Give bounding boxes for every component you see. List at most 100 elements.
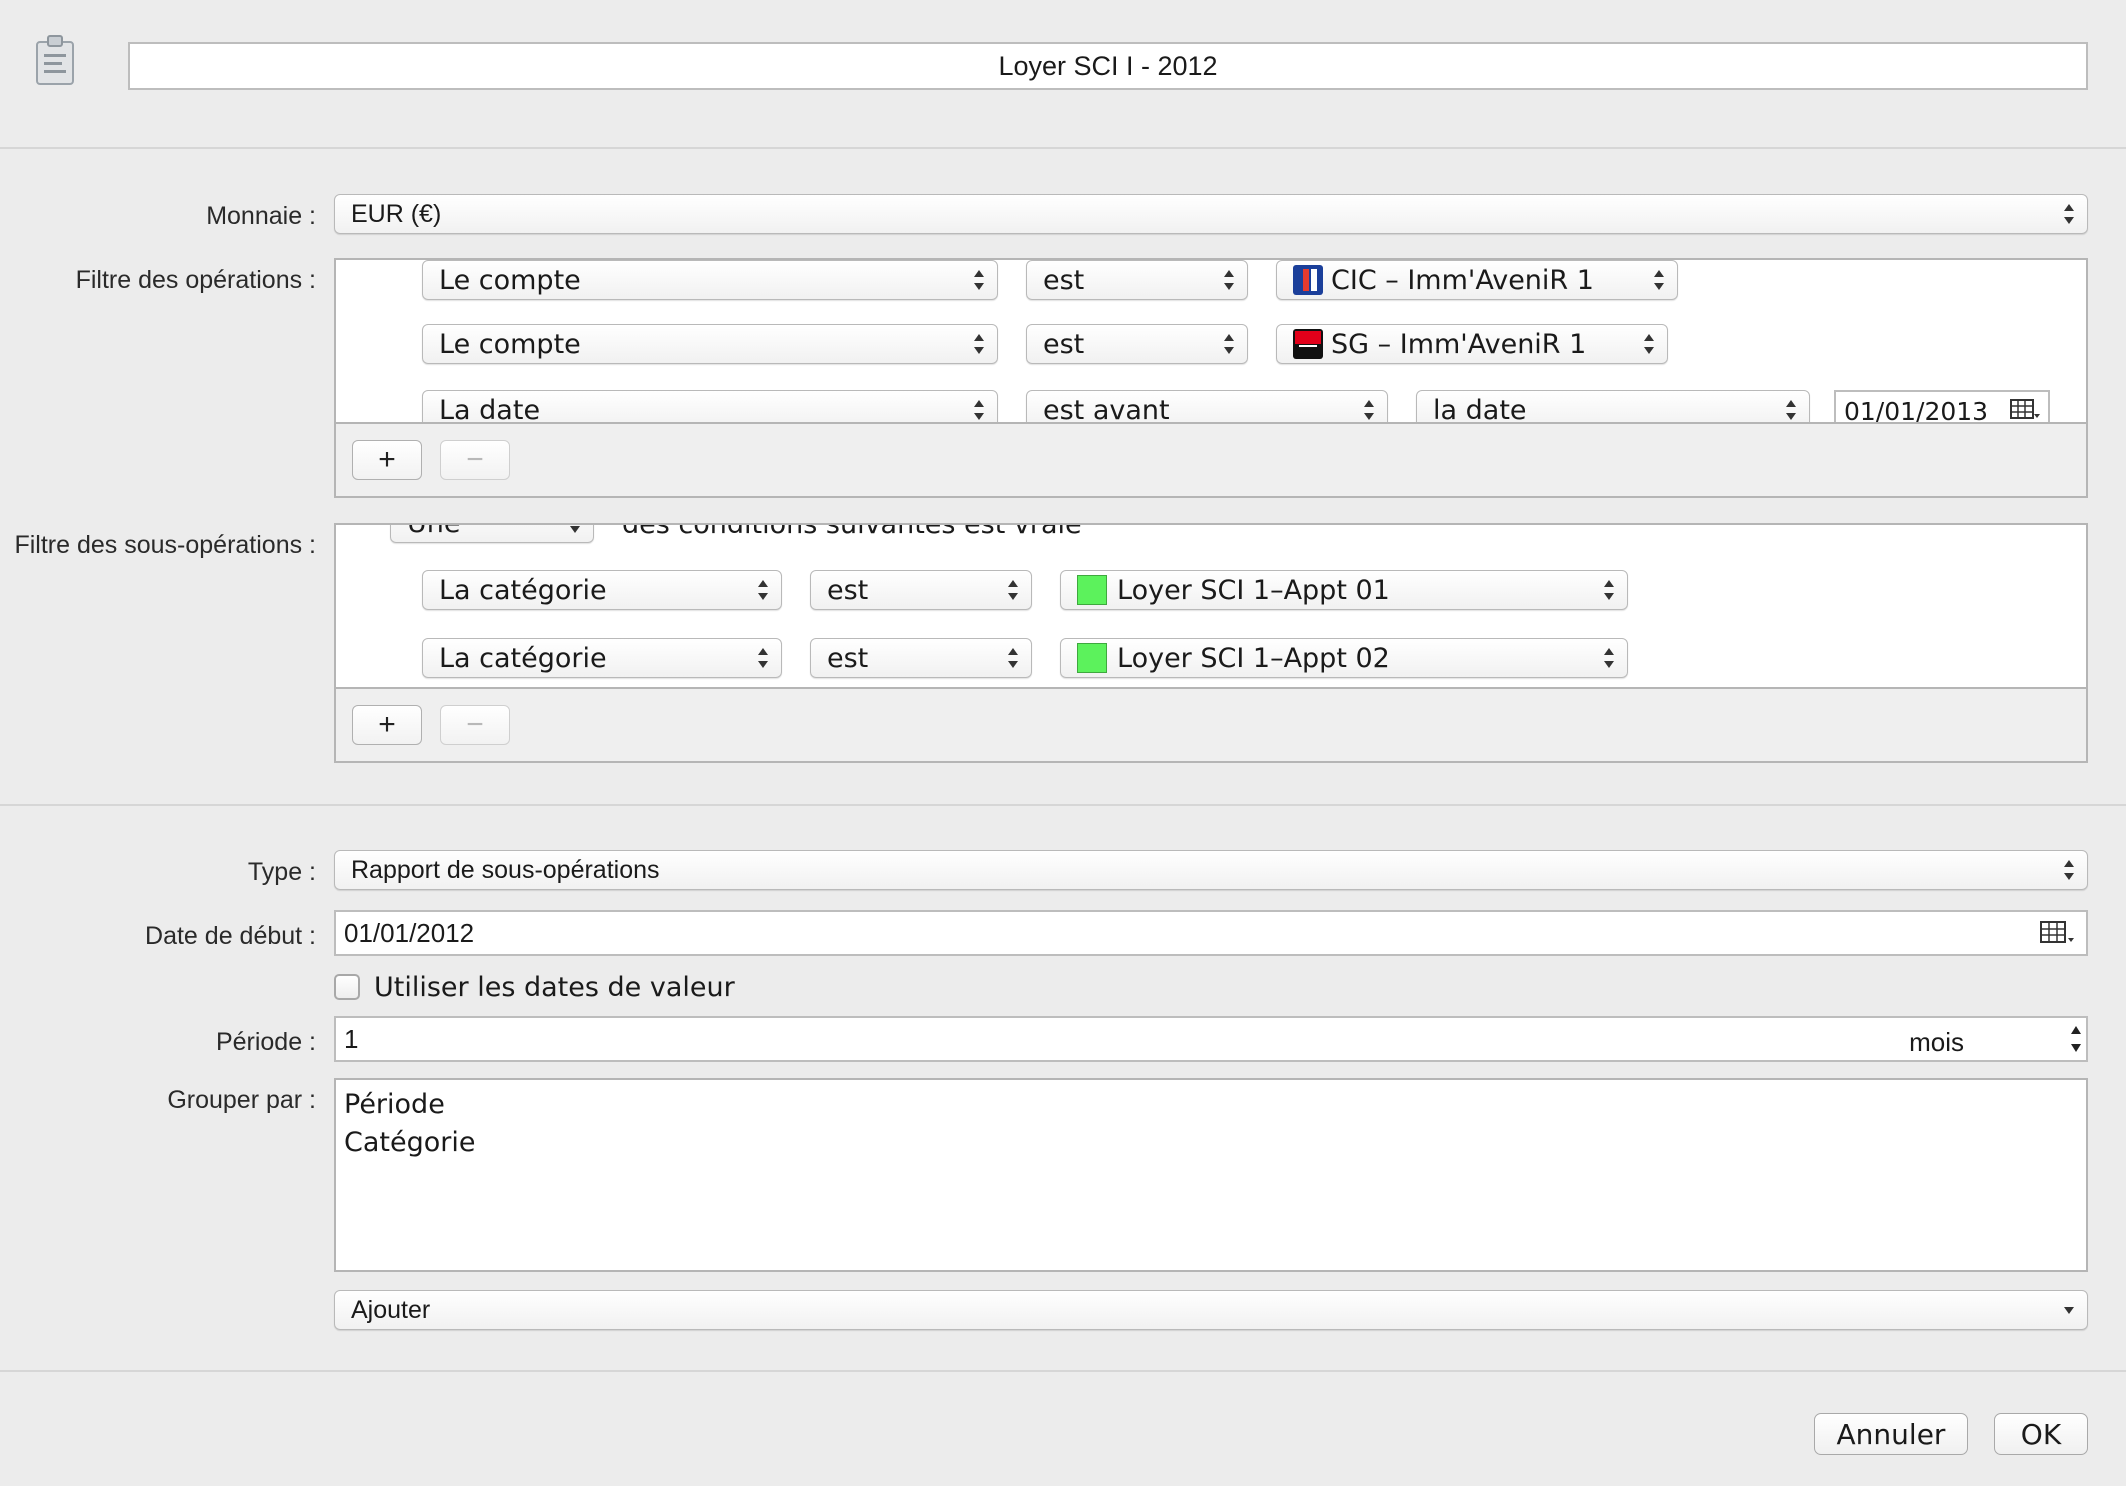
op-row3-date: 01/01/2013 [1844, 396, 1989, 425]
footer-separator [0, 1370, 2126, 1372]
subop-row2-operator-select[interactable]: est [810, 638, 1032, 678]
op-row2-account: SG – Imm'AveniR 1 [1331, 328, 1587, 360]
op-filter-box: Le compte est CIC – Imm'AveniR 1 Le comp… [334, 258, 2088, 498]
updown-arrows-icon [1654, 270, 1664, 290]
op-row2-account-select[interactable]: SG – Imm'AveniR 1 [1276, 324, 1668, 364]
updown-arrows-icon [758, 648, 768, 668]
updown-arrows-icon [1224, 334, 1234, 354]
op-row1-account-select[interactable]: CIC – Imm'AveniR 1 [1276, 260, 1678, 300]
header-separator [0, 147, 2126, 149]
updown-arrows-icon [758, 580, 768, 600]
report-document-icon [34, 34, 76, 86]
op-row3-date-field[interactable]: 01/01/2013 [1834, 390, 2050, 424]
op-row2-operator: est [1043, 328, 1085, 360]
subop-row1-category: Loyer SCI 1–Appt 01 [1117, 574, 1390, 606]
op-row2-field-select[interactable]: Le compte [422, 324, 998, 364]
currency-label: Monnaie : [206, 202, 316, 230]
subop-match-select[interactable]: Une [390, 525, 594, 543]
category-color-swatch [1077, 575, 1107, 605]
subop-filter-footer: + − [336, 687, 2086, 761]
subop-row1-operator-select[interactable]: est [810, 570, 1032, 610]
period-value: 1 [344, 1023, 359, 1054]
report-title-field[interactable]: Loyer SCI I - 2012 [128, 42, 2088, 90]
op-row3: La date est avant la date 01/01/2013 [336, 380, 2086, 424]
updown-arrows-icon [974, 270, 984, 290]
updown-arrows-icon [1604, 648, 1614, 668]
op-row3-operator: est avant [1043, 394, 1170, 425]
subop-row1-field: La catégorie [439, 574, 607, 606]
start-date-label: Date de début : [145, 922, 316, 950]
op-row3-value: la date [1433, 394, 1527, 425]
start-date-field[interactable]: 01/01/2012 [334, 910, 2088, 956]
subop-row1-field-select[interactable]: La catégorie [422, 570, 782, 610]
subop-row2-field: La catégorie [439, 642, 607, 674]
subop-row2-operator: est [827, 642, 869, 674]
updown-arrows-icon [1008, 648, 1018, 668]
op-row3-field-select[interactable]: La date [422, 390, 998, 424]
calendar-icon[interactable] [2010, 398, 2040, 422]
updown-arrows-icon [974, 400, 984, 420]
cancel-button[interactable]: Annuler [1814, 1413, 1968, 1455]
category-color-swatch [1077, 643, 1107, 673]
subop-row1-operator: est [827, 574, 869, 606]
updown-arrows-icon [1364, 400, 1374, 420]
op-row1-operator: est [1043, 264, 1085, 296]
subop-row1-category-select[interactable]: Loyer SCI 1–Appt 01 [1060, 570, 1628, 610]
op-row1-operator-select[interactable]: est [1026, 260, 1248, 300]
updown-arrows-icon [2064, 860, 2074, 880]
op-row1-field: Le compte [439, 264, 581, 296]
subop-row2-category: Loyer SCI 1–Appt 02 [1117, 642, 1390, 674]
subop-filter-box: Une des conditions suivantes est vraie L… [334, 523, 2088, 763]
subop-row2-category-select[interactable]: Loyer SCI 1–Appt 02 [1060, 638, 1628, 678]
subop-match-value: Une [407, 525, 461, 539]
report-type-select[interactable]: Rapport de sous-opérations [334, 850, 2088, 890]
subop-add-condition-button[interactable]: + [352, 705, 422, 745]
report-type-value: Rapport de sous-opérations [351, 855, 660, 884]
op-row1-field-select[interactable]: Le compte [422, 260, 998, 300]
op-row2-field: Le compte [439, 328, 581, 360]
subop-filter-label: Filtre des sous-opérations : [14, 531, 316, 559]
sg-bank-logo-icon [1293, 329, 1323, 359]
op-add-condition-button[interactable]: + [352, 440, 422, 480]
down-arrow-icon [570, 526, 580, 533]
period-label: Période : [215, 1028, 316, 1056]
cic-bank-logo-icon [1293, 265, 1323, 295]
updown-arrows-icon [1008, 580, 1018, 600]
group-by-item[interactable]: Catégorie [344, 1124, 2078, 1162]
calendar-icon[interactable] [2040, 920, 2076, 946]
op-filter-footer: + − [336, 422, 2086, 496]
updown-arrows-icon[interactable] [2070, 1025, 2082, 1053]
value-dates-checkbox-row[interactable]: Utiliser les dates de valeur [334, 970, 735, 1004]
currency-value: EUR (€) [351, 199, 442, 228]
op-row3-operator-select[interactable]: est avant [1026, 390, 1388, 424]
section-separator [0, 804, 2126, 806]
updown-arrows-icon [1224, 270, 1234, 290]
value-dates-label: Utiliser les dates de valeur [374, 971, 735, 1003]
updown-arrows-icon [1644, 334, 1654, 354]
down-arrow-icon [2064, 1307, 2074, 1314]
op-row3-value-select[interactable]: la date [1416, 390, 1810, 424]
op-remove-condition-button[interactable]: − [440, 440, 510, 480]
add-grouping-select[interactable]: Ajouter [334, 1290, 2088, 1330]
currency-select[interactable]: EUR (€) [334, 194, 2088, 234]
start-date-value: 01/01/2012 [344, 917, 475, 948]
updown-arrows-icon [2064, 204, 2074, 224]
group-by-label: Grouper par : [167, 1086, 316, 1114]
op-row1-account: CIC – Imm'AveniR 1 [1331, 264, 1594, 296]
ok-button[interactable]: OK [1994, 1413, 2088, 1455]
subop-match-text: des conditions suivantes est vraie [622, 525, 1082, 540]
type-label: Type : [247, 858, 316, 886]
updown-arrows-icon [974, 334, 984, 354]
op-filter-label: Filtre des opérations : [75, 266, 316, 294]
op-row2-operator-select[interactable]: est [1026, 324, 1248, 364]
group-by-list[interactable]: Période Catégorie [334, 1078, 2088, 1272]
subop-match-row: Une des conditions suivantes est vraie [336, 525, 2086, 545]
value-dates-checkbox[interactable] [334, 974, 360, 1000]
add-grouping-value: Ajouter [351, 1295, 431, 1324]
group-by-item[interactable]: Période [344, 1086, 2078, 1124]
op-row3-field: La date [439, 394, 541, 425]
period-unit[interactable]: mois [1909, 1027, 1964, 1058]
subop-remove-condition-button[interactable]: − [440, 705, 510, 745]
subop-row2-field-select[interactable]: La catégorie [422, 638, 782, 678]
period-field[interactable]: 1 mois [334, 1016, 2088, 1062]
